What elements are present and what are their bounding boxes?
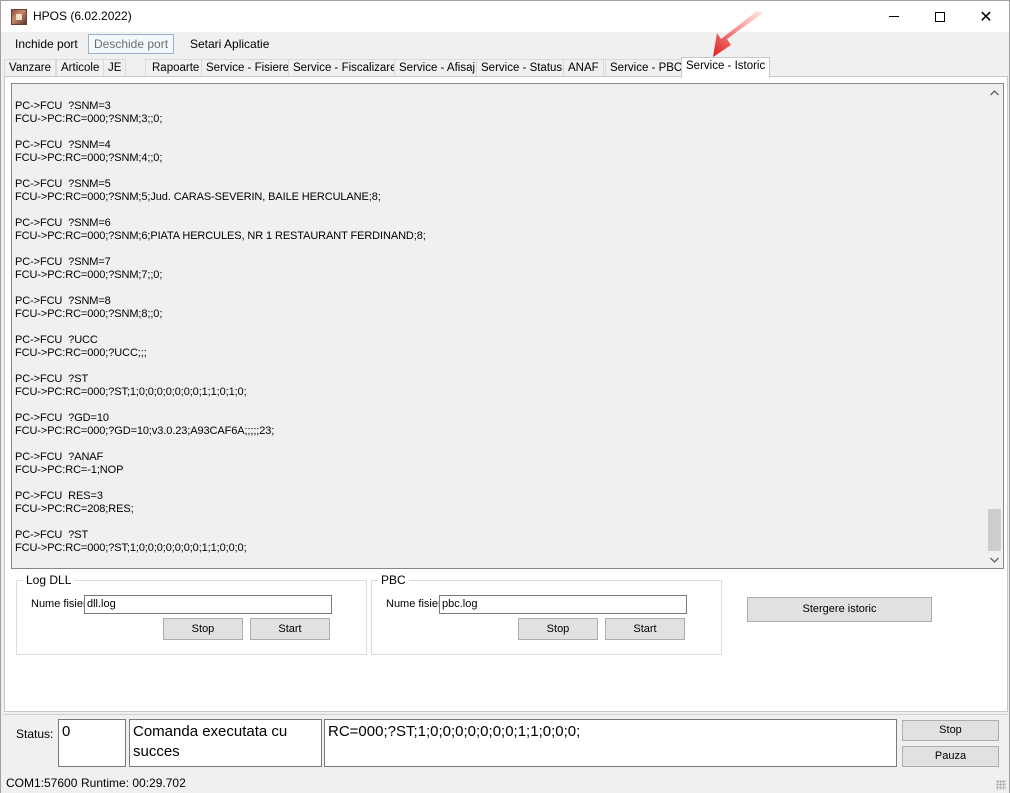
minimize-button[interactable] [871,1,917,32]
resize-grip-icon[interactable] [996,780,1006,790]
log-entry: PC->FCU RES=3 FCU->PC:RC=208;RES; [15,490,985,529]
log-command-line: PC->FCU RES=3 [15,490,103,502]
log-dll-stop-button[interactable]: Stop [163,618,243,640]
port-status: COM1:57600 [6,776,78,790]
close-icon: ✕ [979,6,993,26]
log-response-line: FCU->PC:RC=208;RES; [15,503,134,515]
log-response-line: FCU->PC:RC=000;?GD=10;v3.0.23;A93CAF6A;;… [15,425,275,437]
runtime-status: Runtime: 00:29.702 [81,776,186,790]
tab-service-afisaj[interactable]: Service - Afisaj [394,59,481,77]
status-label: Status: [16,727,54,741]
log-response-line: FCU->PC:RC=000;?SNM;4;;0; [15,152,163,164]
status-stop-button[interactable]: Stop [902,720,999,741]
log-command-line: PC->FCU ?SNM=3 [15,100,111,112]
log-dll-file-input[interactable]: dll.log [84,595,332,614]
log-entry: PC->FCU ?ST FCU->PC:RC=000;?ST;1;0;0;0;0;… [15,373,985,412]
log-entry: PC->FCU ?SNM=6 FCU->PC:RC=000;?SNM;6;PIAT… [15,217,985,256]
log-command-line: PC->FCU ?SNM=7 [15,256,111,268]
pbc-file-input[interactable]: pbc.log [439,595,687,614]
pbc-group: PBC Nume fisier pbc.log Stop Start [371,573,722,655]
tab-strip: Vanzare Articole JE Rapoarte Service - F… [4,57,1008,78]
scroll-thumb[interactable] [988,509,1001,551]
log-response-line: FCU->PC:RC=000;?ST;1;0;0;0;0;0;0;0;1;1;0… [15,386,247,398]
menu-bar: Inchide port Deschide port Setari Aplica… [1,33,1009,57]
minimize-icon [889,16,899,17]
clear-history-button[interactable]: Stergere istoric [747,597,932,622]
title-bar: HPOS (6.02.2022) ✕ [1,1,1009,32]
log-command-line: PC->FCU ?UCC [15,334,98,346]
tab-vanzare[interactable]: Vanzare [4,59,56,77]
tab-service-fiscalizare[interactable]: Service - Fiscalizare [288,59,402,77]
vertical-scrollbar[interactable] [986,84,1003,568]
log-dll-title: Log DLL [23,573,75,587]
window-title: HPOS (6.02.2022) [33,9,132,23]
status-response-box: RC=000;?ST;1;0;0;0;0;0;0;0;1;1;0;0;0; [324,719,897,767]
log-response-line: FCU->PC:RC=000;?SNM;7;;0; [15,269,163,281]
log-entry: PC->FCU ?SNM=3 FCU->PC:RC=000;?SNM;3;;0; [15,100,985,139]
maximize-button[interactable] [917,1,963,32]
pbc-start-button[interactable]: Start [605,618,685,640]
log-entry: PC->FCU ?SNM=8 FCU->PC:RC=000;?SNM;8;;0; [15,295,985,334]
log-command-line: PC->FCU ?SNM=6 [15,217,111,229]
log-response-line: FCU->PC:RC=000;?ST;1;0;0;0;0;0;0;0;1;1;0… [15,542,247,554]
history-log[interactable]: PC->FCU ?SNM=3 FCU->PC:RC=000;?SNM;3;;0; P… [11,83,1004,569]
log-command-line: PC->FCU ?SNM=8 [15,295,111,307]
status-strip: COM1:57600 Runtime: 00:29.702 [1,772,1009,793]
app-window: HPOS (6.02.2022) ✕ Inchide port Deschide… [0,0,1010,793]
tab-service-pbc[interactable]: Service - PBC [605,59,688,77]
status-code-box: 0 [58,719,126,767]
log-response-line: FCU->PC:RC=000;?UCC;;; [15,347,147,359]
log-entry: PC->FCU ?SNM=7 FCU->PC:RC=000;?SNM;7;;0; [15,256,985,295]
log-response-line: FCU->PC:RC=000;?SNM;5;Jud. CARAS-SEVERIN… [15,191,381,203]
log-response-line: FCU->PC:RC=000;?SNM;8;;0; [15,308,163,320]
log-entry: PC->FCU ?ANAF FCU->PC:RC=-1;NOP [15,451,985,490]
tab-anaf[interactable]: ANAF [563,59,604,77]
menu-inchide-port[interactable]: Inchide port [9,34,84,54]
log-dll-group: Log DLL Nume fisier dll.log Stop Start [16,573,367,655]
app-icon [11,9,27,25]
log-response-line: FCU->PC:RC=-1;NOP [15,464,124,476]
history-log-content: PC->FCU ?SNM=3 FCU->PC:RC=000;?SNM;3;;0; P… [15,100,985,568]
tab-service-fisiere[interactable]: Service - Fisiere [201,59,295,77]
tab-service-status[interactable]: Service - Status [476,59,568,77]
log-command-line: PC->FCU ?SNM=4 [15,139,111,151]
log-dll-file-label: Nume fisier [31,598,87,610]
log-command-line: PC->FCU ?ANAF [15,451,104,463]
tab-articole[interactable]: Articole [56,59,105,77]
log-entry: PC->FCU ?UCC FCU->PC:RC=000;?UCC;;; [15,334,985,373]
log-dll-start-button[interactable]: Start [250,618,330,640]
tab-rapoarte[interactable]: Rapoarte [145,59,205,77]
log-entry: PC->FCU ?GD=10 FCU->PC:RC=000;?GD=10;v3.0… [15,412,985,451]
menu-setari-aplicatie[interactable]: Setari Aplicatie [184,34,275,54]
menu-deschide-port[interactable]: Deschide port [88,34,175,54]
log-entry: PC->FCU ?SNM=5 FCU->PC:RC=000;?SNM;5;Jud.… [15,178,985,217]
tab-je[interactable]: JE [103,59,127,77]
pbc-title: PBC [378,573,409,587]
scroll-up-icon[interactable] [986,84,1003,101]
pbc-stop-button[interactable]: Stop [518,618,598,640]
close-button[interactable]: ✕ [963,1,1009,32]
status-panel: Status: 0 Comanda executata cu succes RC… [4,714,1008,771]
status-message-box: Comanda executata cu succes [129,719,322,767]
log-command-line: PC->FCU ?GD=10 [15,412,109,424]
maximize-icon [935,11,945,22]
log-response-line: FCU->PC:RC=000;?SNM;3;;0; [15,113,163,125]
annotation-arrow-icon [713,11,763,57]
tab-service-istoric[interactable]: Service - Istoric [681,57,771,78]
log-entry: PC->FCU ?ST FCU->PC:RC=000;?ST;1;0;0;0;0;… [15,529,985,568]
log-response-line: FCU->PC:RC=000;?SNM;6;PIATA HERCULES, NR… [15,230,426,242]
log-command-line: PC->FCU ?ST [15,373,89,385]
log-command-line: PC->FCU ?SNM=5 [15,178,111,190]
scroll-down-icon[interactable] [986,551,1003,568]
pbc-file-label: Nume fisier [386,598,442,610]
status-pause-button[interactable]: Pauza [902,746,999,767]
log-entry: PC->FCU ?SNM=4 FCU->PC:RC=000;?SNM;4;;0; [15,139,985,178]
log-command-line: PC->FCU ?ST [15,529,89,541]
